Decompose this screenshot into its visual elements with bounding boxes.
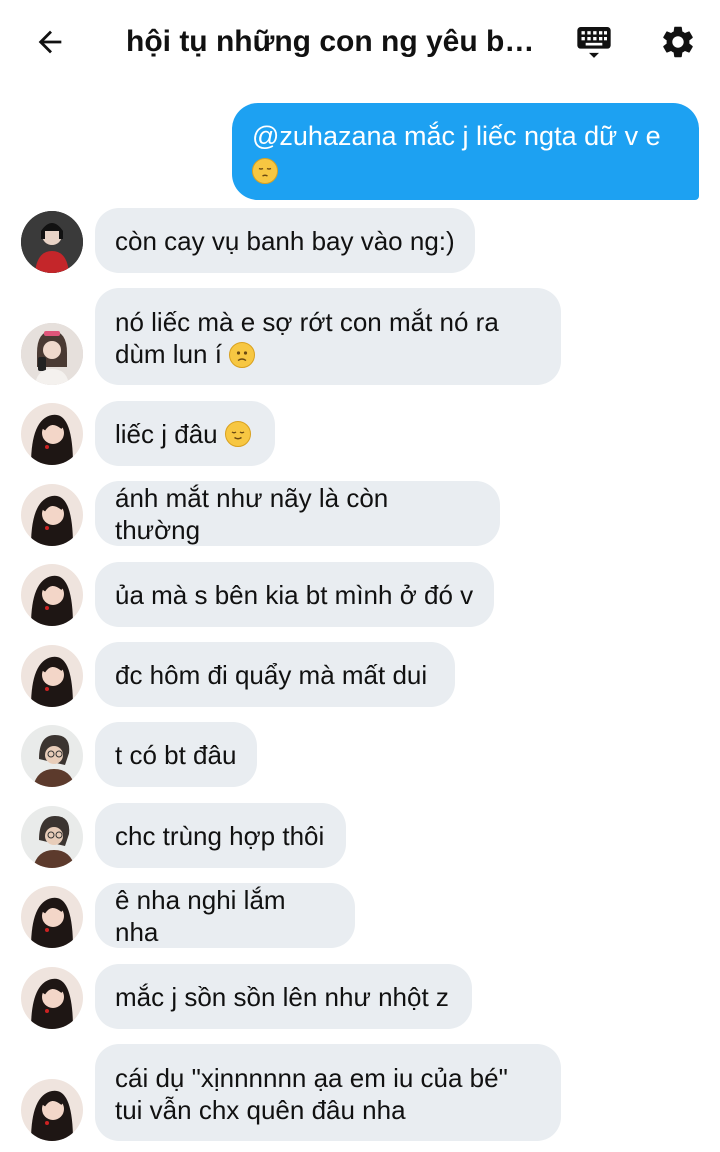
message-text: @zuhazana mắc j liếc ngta dữ v e: [252, 121, 661, 151]
message-incoming[interactable]: ủa mà s bên kia bt mình ở đó v: [95, 562, 494, 627]
message-incoming[interactable]: liếc j đâu: [95, 401, 275, 466]
message-incoming[interactable]: đc hôm đi quẩy mà mất dui: [95, 642, 455, 707]
avatar[interactable]: [21, 403, 83, 465]
message-incoming[interactable]: nó liếc mà e sợ rớt con mắt nó ra dùm lu…: [95, 288, 561, 385]
message-text: t có bt đâu: [115, 739, 237, 770]
message-text: đc hôm đi quẩy mà mất dui: [115, 659, 428, 690]
message-incoming[interactable]: ê nha nghi lắm nha: [95, 883, 355, 948]
avatar[interactable]: [21, 564, 83, 626]
message-incoming[interactable]: chc trùng hợp thôi: [95, 803, 346, 868]
message-text: ánh mắt như nãy là còn thường: [115, 482, 389, 545]
message-incoming[interactable]: cái dụ "xịnnnnnn ạa em iu của bé" tui vẫ…: [95, 1044, 561, 1141]
message-text-line-1: nó liếc mà e sợ rớt con mắt nó ra: [115, 307, 499, 337]
message-incoming[interactable]: t có bt đâu: [95, 722, 257, 787]
message-text: còn cay vụ banh bay vào ng:): [115, 225, 455, 256]
slightly-frowning-face-icon: [229, 342, 256, 368]
chat-header: hội tụ những con ng yêu bồ...: [0, 0, 720, 86]
relieved-face-icon: [224, 420, 251, 447]
message-incoming[interactable]: mắc j sồn sồn lên như nhột z: [95, 964, 472, 1029]
message-text: mắc j sồn sồn lên như nhột z: [115, 981, 449, 1012]
keyboard-icon: [577, 27, 611, 58]
avatar[interactable]: [21, 645, 83, 707]
avatar[interactable]: [21, 806, 83, 868]
chat-title[interactable]: hội tụ những con ng yêu bồ...: [126, 22, 536, 62]
avatar[interactable]: [21, 484, 83, 546]
avatar[interactable]: [21, 967, 83, 1029]
avatar[interactable]: [21, 323, 83, 385]
avatar[interactable]: [21, 1079, 83, 1141]
message-text-line-2: tui vẫn chx quên đâu nha: [115, 1095, 406, 1125]
avatar[interactable]: [21, 725, 83, 787]
message-outgoing[interactable]: @zuhazana mắc j liếc ngta dữ v e: [232, 103, 699, 200]
gear-icon: [663, 26, 693, 58]
message-text: chc trùng hợp thôi: [115, 820, 325, 851]
avatar[interactable]: [21, 211, 83, 273]
message-text: liếc j đâu: [115, 418, 218, 449]
arrow-left-icon: [38, 30, 62, 54]
message-text: ê nha nghi lắm nha: [115, 884, 286, 947]
message-incoming[interactable]: ánh mắt như nãy là còn thường: [95, 481, 500, 546]
settings-button[interactable]: [652, 18, 704, 66]
message-text: ủa mà s bên kia bt mình ở đó v: [115, 579, 474, 610]
back-button[interactable]: [26, 18, 74, 66]
message-text-line-2: dùm lun í: [115, 339, 222, 369]
pensive-face-icon: [252, 158, 278, 184]
avatar[interactable]: [21, 886, 83, 948]
message-incoming[interactable]: còn cay vụ banh bay vào ng:): [95, 208, 475, 273]
message-text-line-1: cái dụ "xịnnnnnn ạa em iu của bé": [115, 1063, 508, 1093]
keyboard-button[interactable]: [568, 18, 620, 66]
